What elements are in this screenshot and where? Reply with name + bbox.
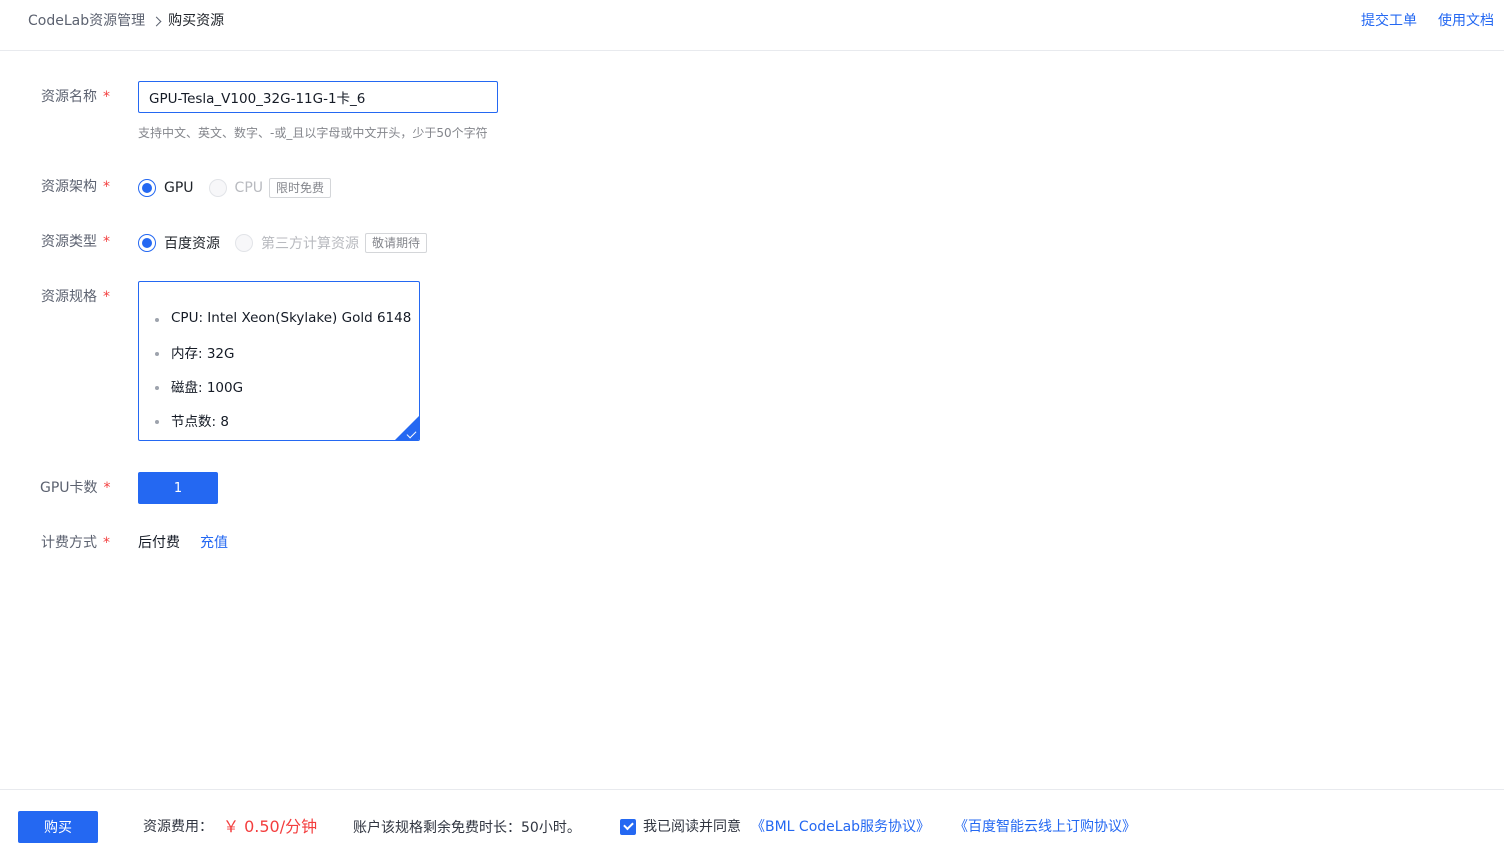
resource-name-label-text: 资源名称 xyxy=(41,89,97,105)
breadcrumb: CodeLab资源管理 购买资源 xyxy=(28,12,224,30)
recharge-link[interactable]: 充值 xyxy=(200,534,228,552)
required-mark: * xyxy=(103,480,111,496)
resource-name-input[interactable] xyxy=(138,81,498,113)
arch-radio-cpu[interactable]: CPU 限时免费 xyxy=(208,178,332,198)
agree-checkbox[interactable] xyxy=(620,819,636,835)
spec-item-memory-text: 内存: 32G xyxy=(171,346,235,362)
type-radio-baidu[interactable]: 百度资源 xyxy=(138,233,220,253)
required-mark: * xyxy=(103,289,110,305)
resource-spec-card-selected[interactable]: CPU: Intel Xeon(Skylake) Gold 6148 内存: 3… xyxy=(138,281,420,441)
required-mark: * xyxy=(103,535,110,551)
breadcrumb-root-link[interactable]: CodeLab资源管理 xyxy=(28,12,145,30)
buy-button[interactable]: 购买 xyxy=(18,811,98,843)
radio-checked-icon xyxy=(138,234,156,252)
resource-arch-label: 资源架构 * xyxy=(41,178,110,196)
header-links: 提交工单 使用文档 xyxy=(1361,12,1494,30)
billing-label: 计费方式 * xyxy=(41,534,110,552)
resource-type-radio-group: 百度资源 第三方计算资源 敬请期待 xyxy=(138,233,428,253)
spec-item-disk: 磁盘: 100G xyxy=(155,369,419,403)
coming-soon-tag: 敬请期待 xyxy=(365,233,428,253)
top-bar: CodeLab资源管理 购买资源 提交工单 使用文档 xyxy=(0,0,1504,51)
billing-row: 后付费 充值 xyxy=(138,534,228,552)
limited-free-tag: 限时免费 xyxy=(269,178,332,198)
arch-radio-gpu[interactable]: GPU xyxy=(138,179,194,197)
gpu-count-option-selected[interactable]: 1 xyxy=(138,472,218,504)
spec-item-disk-text: 磁盘: 100G xyxy=(171,380,244,396)
bullet-icon xyxy=(155,318,159,322)
chevron-right-icon xyxy=(151,16,162,26)
resource-fee: 资源费用： ￥ 0.50/分钟 xyxy=(143,817,317,837)
type-radio-third-party[interactable]: 第三方计算资源 敬请期待 xyxy=(235,233,428,253)
selected-corner-icon xyxy=(395,416,419,440)
billing-label-text: 计费方式 xyxy=(41,535,97,551)
spec-item-cpu-text: CPU: Intel Xeon(Skylake) Gold 6148 xyxy=(171,310,412,326)
resource-spec-label-text: 资源规格 xyxy=(41,289,97,305)
gpu-count-label-text: GPU卡数 xyxy=(40,480,98,496)
arch-radio-gpu-label: GPU xyxy=(164,180,194,196)
spec-item-memory: 内存: 32G xyxy=(155,335,419,369)
footer-bar: 购买 资源费用： ￥ 0.50/分钟 账户该规格剩余免费时长：50小时。 我已阅… xyxy=(0,789,1504,862)
resource-name-hint: 支持中文、英文、数字、-或_且以字母或中文开头，少于50个字符 xyxy=(138,126,488,140)
agreement-row: 我已阅读并同意 《BML CodeLab服务协议》 《百度智能云线上订购协议》 xyxy=(620,818,1136,836)
required-mark: * xyxy=(103,234,110,250)
spec-list: CPU: Intel Xeon(Skylake) Gold 6148 内存: 3… xyxy=(139,282,419,437)
bullet-icon xyxy=(155,352,159,356)
radio-unchecked-icon xyxy=(208,179,227,197)
required-mark: * xyxy=(103,89,110,105)
resource-arch-radio-group: GPU CPU 限时免费 xyxy=(138,178,332,198)
arch-radio-cpu-label: CPU xyxy=(234,180,264,196)
spec-item-nodes-text: 节点数: 8 xyxy=(171,414,229,430)
radio-unchecked-icon xyxy=(235,234,253,252)
required-mark: * xyxy=(103,179,110,195)
free-time-remaining: 账户该规格剩余免费时长：50小时。 xyxy=(353,820,581,836)
agree-text: 我已阅读并同意 xyxy=(643,819,741,835)
docs-link[interactable]: 使用文档 xyxy=(1438,12,1494,30)
spec-item-cpu: CPU: Intel Xeon(Skylake) Gold 6148 xyxy=(155,301,419,335)
baidu-cloud-order-agreement-link[interactable]: 《百度智能云线上订购协议》 xyxy=(954,818,1136,836)
breadcrumb-current: 购买资源 xyxy=(168,13,225,29)
resource-name-label: 资源名称 * xyxy=(41,88,110,106)
fee-value: ￥ 0.50/分钟 xyxy=(223,817,318,836)
resource-spec-label: 资源规格 * xyxy=(41,288,110,306)
billing-value: 后付费 xyxy=(138,535,180,551)
resource-arch-label-text: 资源架构 xyxy=(41,179,97,195)
resource-type-label-text: 资源类型 xyxy=(41,234,97,250)
bullet-icon xyxy=(155,386,159,390)
fee-label: 资源费用： xyxy=(143,819,213,835)
type-radio-third-party-label: 第三方计算资源 xyxy=(261,236,359,252)
type-radio-baidu-label: 百度资源 xyxy=(164,236,220,252)
resource-type-label: 资源类型 * xyxy=(41,233,110,251)
spec-item-nodes: 节点数: 8 xyxy=(155,403,419,437)
radio-checked-icon xyxy=(138,179,156,197)
bml-codelab-agreement-link[interactable]: 《BML CodeLab服务协议》 xyxy=(751,818,930,836)
gpu-count-label: GPU卡数 * xyxy=(40,479,111,497)
submit-ticket-link[interactable]: 提交工单 xyxy=(1361,12,1417,30)
bullet-icon xyxy=(155,420,159,424)
